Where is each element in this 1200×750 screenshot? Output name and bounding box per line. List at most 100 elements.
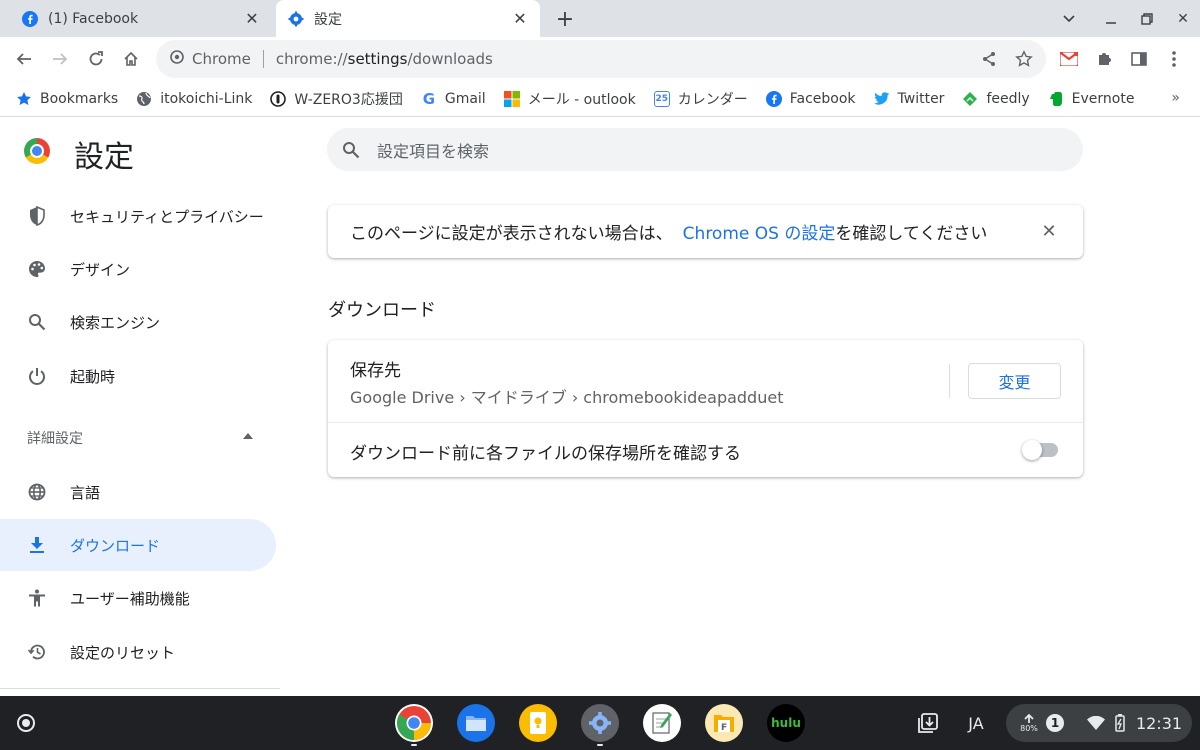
close-window-icon[interactable]: ✕	[1170, 6, 1196, 32]
url-prefix: chrome://	[275, 50, 348, 68]
ask-location-label: ダウンロード前に各ファイルの保存場所を確認する	[350, 444, 741, 464]
bookmark-outlook[interactable]: メール - outlook	[503, 89, 636, 109]
side-panel-icon[interactable]	[1125, 45, 1153, 73]
bookmark-w-zero3[interactable]: W-ZERO3応援団	[270, 89, 403, 109]
bookmark-feedly[interactable]: feedly	[962, 90, 1030, 107]
menu-kebab-icon[interactable]	[1160, 45, 1188, 73]
history-reset-icon	[26, 641, 48, 663]
bookmark-star-icon[interactable]	[1010, 45, 1038, 73]
tab-search-icon[interactable]	[1056, 6, 1082, 32]
close-icon[interactable]: ✕	[244, 9, 260, 28]
os-settings-notice: このページに設定が表示されない場合は、 Chrome OS の設定 を確認してくださ…	[328, 205, 1083, 258]
star-icon	[16, 91, 32, 107]
close-icon[interactable]: ✕	[512, 9, 528, 28]
advanced-section-toggle[interactable]: 詳細設定	[27, 428, 83, 448]
row-separator	[328, 422, 1083, 423]
bookmark-folder-bookmarks[interactable]: Bookmarks	[16, 91, 118, 107]
change-location-button[interactable]: 変更	[968, 363, 1061, 399]
sidebar-item-label: デザイン	[70, 260, 131, 279]
sidebar-item-appearance[interactable]: デザイン	[0, 243, 276, 295]
bookmark-label: Bookmarks	[40, 90, 119, 107]
chrome-app-icon[interactable]	[395, 704, 433, 742]
running-indicator	[597, 744, 603, 746]
sidebar-item-label: 検索エンジン	[70, 313, 161, 332]
bookmarks-bar: Bookmarks itokoichi-Link W-ZERO3応援団 G Gm…	[0, 81, 1200, 117]
bookmark-label: Twitter	[897, 90, 945, 107]
notification-counter[interactable]: 1	[1046, 704, 1064, 742]
sidebar-item-accessibility[interactable]: ユーザー補助機能	[0, 572, 276, 624]
sidebar-item-search-engine[interactable]: 検索エンジン	[0, 296, 276, 348]
svg-text:F: F	[721, 723, 727, 733]
sidebar-item-downloads[interactable]: ダウンロード	[0, 519, 276, 571]
address-bar[interactable]: Chrome chrome://settings/downloads	[156, 40, 1046, 78]
notification-count-badge: 1	[1046, 714, 1064, 732]
omnibox-separator	[262, 50, 264, 68]
notice-text: このページに設定が表示されない場合は、	[350, 224, 673, 244]
screen-capture-icon[interactable]	[910, 704, 946, 742]
bookmark-itokoichi-link[interactable]: itokoichi-Link	[136, 91, 252, 107]
url-host: settings	[347, 50, 408, 68]
chrome-page-icon	[170, 50, 184, 68]
restore-icon[interactable]	[1134, 6, 1160, 32]
sidebar-divider	[0, 688, 280, 689]
bookmark-facebook[interactable]: Facebook	[765, 90, 856, 107]
clock-time[interactable]: 12:31	[1134, 704, 1184, 742]
sidebar-item-on-startup[interactable]: 起動時	[0, 350, 276, 402]
ask-location-toggle[interactable]	[1022, 440, 1058, 460]
running-indicator	[411, 744, 417, 746]
tab-title: 設定	[314, 11, 342, 28]
close-icon[interactable]: ✕	[1039, 221, 1059, 242]
battery-saver-indicator: 80%	[1016, 704, 1042, 742]
bookmark-evernote[interactable]: Evernote	[1048, 90, 1135, 107]
settings-app-icon[interactable]	[581, 704, 619, 742]
extensions-puzzle-icon[interactable]	[1090, 45, 1118, 73]
bookmark-label: W-ZERO3応援団	[294, 91, 403, 108]
bookmark-label: Facebook	[789, 90, 856, 107]
bookmarks-overflow-icon[interactable]: »	[1171, 90, 1180, 106]
browser-toolbar: Chrome chrome://settings/downloads	[0, 37, 1200, 81]
settings-search-input[interactable]: 設定項目を検索	[327, 128, 1083, 171]
notepad-app-icon[interactable]	[643, 704, 681, 742]
collapse-arrow-icon[interactable]	[243, 433, 253, 439]
url-path: /downloads	[407, 50, 493, 68]
bookmark-calendar[interactable]: 25 カレンダー	[653, 89, 748, 109]
hulu-app-icon[interactable]: hulu	[767, 704, 805, 742]
forward-icon[interactable]	[46, 45, 74, 73]
evernote-icon	[1048, 91, 1064, 107]
bookmark-label: Evernote	[1071, 90, 1135, 107]
file-manager-app-icon[interactable]: F	[705, 704, 743, 742]
new-tab-button[interactable]: +	[552, 6, 578, 32]
search-icon	[341, 140, 361, 160]
chrome-logo-icon	[24, 138, 50, 164]
launcher-button[interactable]	[10, 707, 42, 739]
gear-icon	[288, 11, 304, 27]
bookmark-twitter[interactable]: Twitter	[873, 90, 945, 107]
facebook-icon	[22, 10, 38, 27]
tab-strip: (1) Facebook ✕ 設定 ✕ + ✕	[0, 0, 1200, 37]
bookmark-label: feedly	[986, 90, 1030, 107]
gmail-extension-icon[interactable]	[1055, 45, 1083, 73]
bookmark-gmail[interactable]: G Gmail	[421, 90, 486, 108]
tab-settings[interactable]: 設定 ✕	[276, 0, 540, 37]
sidebar-item-reset[interactable]: 設定のリセット	[0, 626, 276, 678]
twitter-bird-icon	[873, 91, 890, 107]
back-icon[interactable]	[10, 45, 38, 73]
keep-app-icon[interactable]	[519, 704, 557, 742]
microsoft-icon	[503, 90, 520, 107]
bookmark-label: カレンダー	[677, 91, 748, 108]
page-title: 設定	[74, 140, 134, 175]
sidebar-item-privacy[interactable]: セキュリティとプライバシー	[0, 190, 276, 242]
share-icon[interactable]	[975, 45, 1003, 73]
home-icon[interactable]	[117, 45, 145, 73]
sidebar-item-label: ユーザー補助機能	[70, 589, 190, 608]
chrome-os-settings-link[interactable]: Chrome OS の設定	[683, 219, 836, 244]
files-app-icon[interactable]	[457, 704, 495, 742]
sidebar-item-languages[interactable]: 言語	[0, 466, 276, 518]
reload-icon[interactable]	[82, 45, 110, 73]
row-divider	[949, 364, 950, 398]
minimize-icon[interactable]	[1098, 6, 1124, 32]
shield-icon	[26, 205, 48, 227]
site-chip-label: Chrome	[192, 50, 251, 68]
tab-facebook[interactable]: (1) Facebook ✕	[10, 0, 272, 37]
ime-indicator[interactable]: JA	[956, 704, 996, 742]
